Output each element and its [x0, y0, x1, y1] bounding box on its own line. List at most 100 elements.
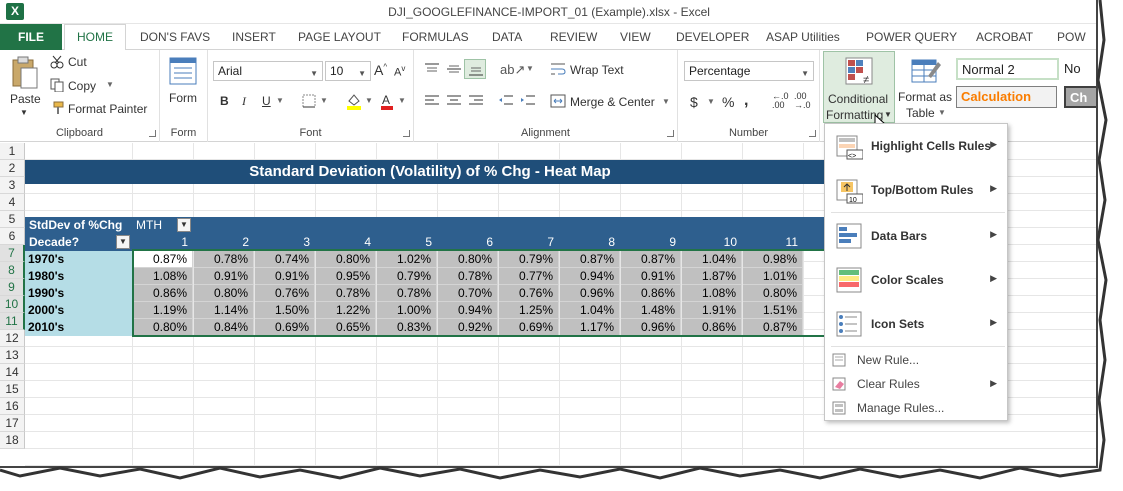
- increase-indent-icon[interactable]: [520, 94, 536, 108]
- form-button[interactable]: Form: [169, 91, 197, 105]
- align-left-icon[interactable]: [424, 94, 440, 108]
- tab-dons-favs[interactable]: DON'S FAVS: [140, 28, 210, 48]
- format-as-table-icon[interactable]: [910, 56, 942, 88]
- heatmap-cell[interactable]: 0.78%: [438, 268, 498, 285]
- heatmap-cell[interactable]: 0.80%: [194, 285, 254, 302]
- format-as-table-label-2[interactable]: Table: [906, 106, 935, 120]
- paste-button[interactable]: Paste: [10, 92, 41, 106]
- tab-review[interactable]: REVIEW: [550, 28, 597, 48]
- heatmap-cell[interactable]: 1.04%: [560, 302, 620, 319]
- alignment-launcher-icon[interactable]: [667, 130, 674, 137]
- heatmap-cell[interactable]: 0.94%: [560, 268, 620, 285]
- menu-color-scales[interactable]: Color Scales ▶: [825, 260, 1007, 300]
- menu-data-bars[interactable]: Data Bars ▶: [825, 216, 1007, 256]
- heatmap-cell[interactable]: 0.77%: [499, 268, 559, 285]
- heatmap-cell[interactable]: 0.69%: [499, 319, 559, 336]
- row-header[interactable]: 15: [0, 381, 25, 398]
- align-right-icon[interactable]: [468, 94, 484, 108]
- orientation-icon[interactable]: ab↗: [500, 62, 525, 78]
- row-header[interactable]: 7: [0, 245, 25, 262]
- heatmap-cell[interactable]: 0.96%: [560, 285, 620, 302]
- fill-color-icon[interactable]: [346, 92, 362, 110]
- heatmap-cell[interactable]: 0.80%: [743, 285, 803, 302]
- tab-formulas[interactable]: FORMULAS: [402, 28, 469, 48]
- heatmap-cell[interactable]: 0.87%: [621, 251, 681, 268]
- paste-dropdown-icon[interactable]: ▼: [20, 108, 28, 117]
- heatmap-cell[interactable]: 1.17%: [560, 319, 620, 336]
- heatmap-cell[interactable]: 0.65%: [316, 319, 376, 336]
- orientation-dropdown-icon[interactable]: ▼: [526, 64, 534, 73]
- heatmap-cell[interactable]: 0.74%: [255, 251, 315, 268]
- heatmap-cell[interactable]: 0.91%: [194, 268, 254, 285]
- tab-power-pivot[interactable]: POW: [1057, 28, 1086, 48]
- borders-icon[interactable]: [302, 94, 316, 108]
- merge-dropdown-icon[interactable]: ▼: [662, 97, 670, 106]
- cut-button[interactable]: Cut: [68, 55, 87, 69]
- menu-manage-rules[interactable]: Manage Rules...: [825, 397, 1007, 419]
- decade-filter-dropdown-icon[interactable]: ▼: [116, 235, 130, 249]
- style-check-cell-cut[interactable]: Ch: [1064, 86, 1096, 108]
- style-normal2[interactable]: Normal 2: [956, 58, 1059, 80]
- comma-button[interactable]: ,: [744, 92, 748, 110]
- menu-clear-rules[interactable]: Clear Rules ▶: [825, 373, 1007, 395]
- italic-button[interactable]: I: [242, 94, 246, 109]
- heatmap-cell[interactable]: 0.86%: [682, 319, 742, 336]
- heatmap-cell[interactable]: 0.80%: [133, 319, 193, 336]
- tab-power-query[interactable]: POWER QUERY: [866, 28, 957, 48]
- bottom-align-button[interactable]: [464, 59, 486, 79]
- increase-decimal-button[interactable]: ←.0 .00: [772, 92, 789, 110]
- heatmap-cell[interactable]: 0.70%: [438, 285, 498, 302]
- align-center-icon[interactable]: [446, 94, 462, 108]
- heatmap-cell[interactable]: 0.78%: [316, 285, 376, 302]
- number-launcher-icon[interactable]: [809, 130, 816, 137]
- merge-center-button[interactable]: Merge & Center: [570, 95, 655, 109]
- row-header[interactable]: 2: [0, 160, 25, 177]
- row-header[interactable]: 8: [0, 262, 25, 279]
- tab-page-layout[interactable]: PAGE LAYOUT: [298, 28, 381, 48]
- row-header[interactable]: 12: [0, 330, 25, 347]
- row-header[interactable]: 5: [0, 211, 25, 228]
- underline-dropdown-icon[interactable]: ▼: [276, 96, 284, 105]
- heatmap-cell[interactable]: 0.98%: [743, 251, 803, 268]
- tab-home[interactable]: HOME: [64, 24, 126, 51]
- increase-font-icon[interactable]: A^: [374, 62, 387, 78]
- heatmap-cell[interactable]: 1.19%: [133, 302, 193, 319]
- menu-new-rule[interactable]: New Rule...: [825, 349, 1007, 371]
- tab-developer[interactable]: DEVELOPER: [676, 28, 749, 48]
- tab-insert[interactable]: INSERT: [232, 28, 276, 48]
- heatmap-cell[interactable]: 1.50%: [255, 302, 315, 319]
- heatmap-cell[interactable]: 0.76%: [255, 285, 315, 302]
- font-size-combo[interactable]: 10 ▼: [325, 61, 371, 81]
- copy-button[interactable]: Copy: [68, 79, 96, 93]
- heatmap-cell[interactable]: 1.01%: [743, 268, 803, 285]
- heatmap-cell[interactable]: 0.84%: [194, 319, 254, 336]
- heatmap-cell[interactable]: 0.92%: [438, 319, 498, 336]
- row-header[interactable]: 18: [0, 432, 25, 449]
- heatmap-cell[interactable]: 1.02%: [377, 251, 437, 268]
- heatmap-cell[interactable]: 1.87%: [682, 268, 742, 285]
- heatmap-cell[interactable]: 0.69%: [255, 319, 315, 336]
- top-align-icon[interactable]: [424, 62, 440, 76]
- row-header[interactable]: 13: [0, 347, 25, 364]
- row-header[interactable]: 4: [0, 194, 25, 211]
- paste-icon[interactable]: [10, 56, 40, 90]
- heatmap-cell[interactable]: 0.87%: [743, 319, 803, 336]
- heatmap-cell[interactable]: 1.08%: [133, 268, 193, 285]
- heatmap-cell[interactable]: 0.94%: [438, 302, 498, 319]
- heatmap-cell[interactable]: 0.86%: [621, 285, 681, 302]
- row-header[interactable]: 10: [0, 296, 25, 313]
- format-painter-button[interactable]: Format Painter: [68, 102, 147, 116]
- font-color-dropdown-icon[interactable]: ▼: [398, 96, 406, 105]
- font-color-icon[interactable]: A: [380, 92, 394, 110]
- heatmap-cell[interactable]: 0.91%: [621, 268, 681, 285]
- row-header[interactable]: 16: [0, 398, 25, 415]
- format-as-table-dropdown-icon[interactable]: ▼: [938, 108, 946, 117]
- row-header[interactable]: 17: [0, 415, 25, 432]
- tab-acrobat[interactable]: ACROBAT: [976, 28, 1033, 48]
- heatmap-cell[interactable]: 1.08%: [682, 285, 742, 302]
- format-as-table-label-1[interactable]: Format as: [898, 90, 952, 104]
- fill-color-dropdown-icon[interactable]: ▼: [365, 96, 373, 105]
- heatmap-cell[interactable]: 1.91%: [682, 302, 742, 319]
- currency-button[interactable]: $: [690, 94, 698, 110]
- number-format-combo[interactable]: Percentage ▼: [684, 61, 814, 81]
